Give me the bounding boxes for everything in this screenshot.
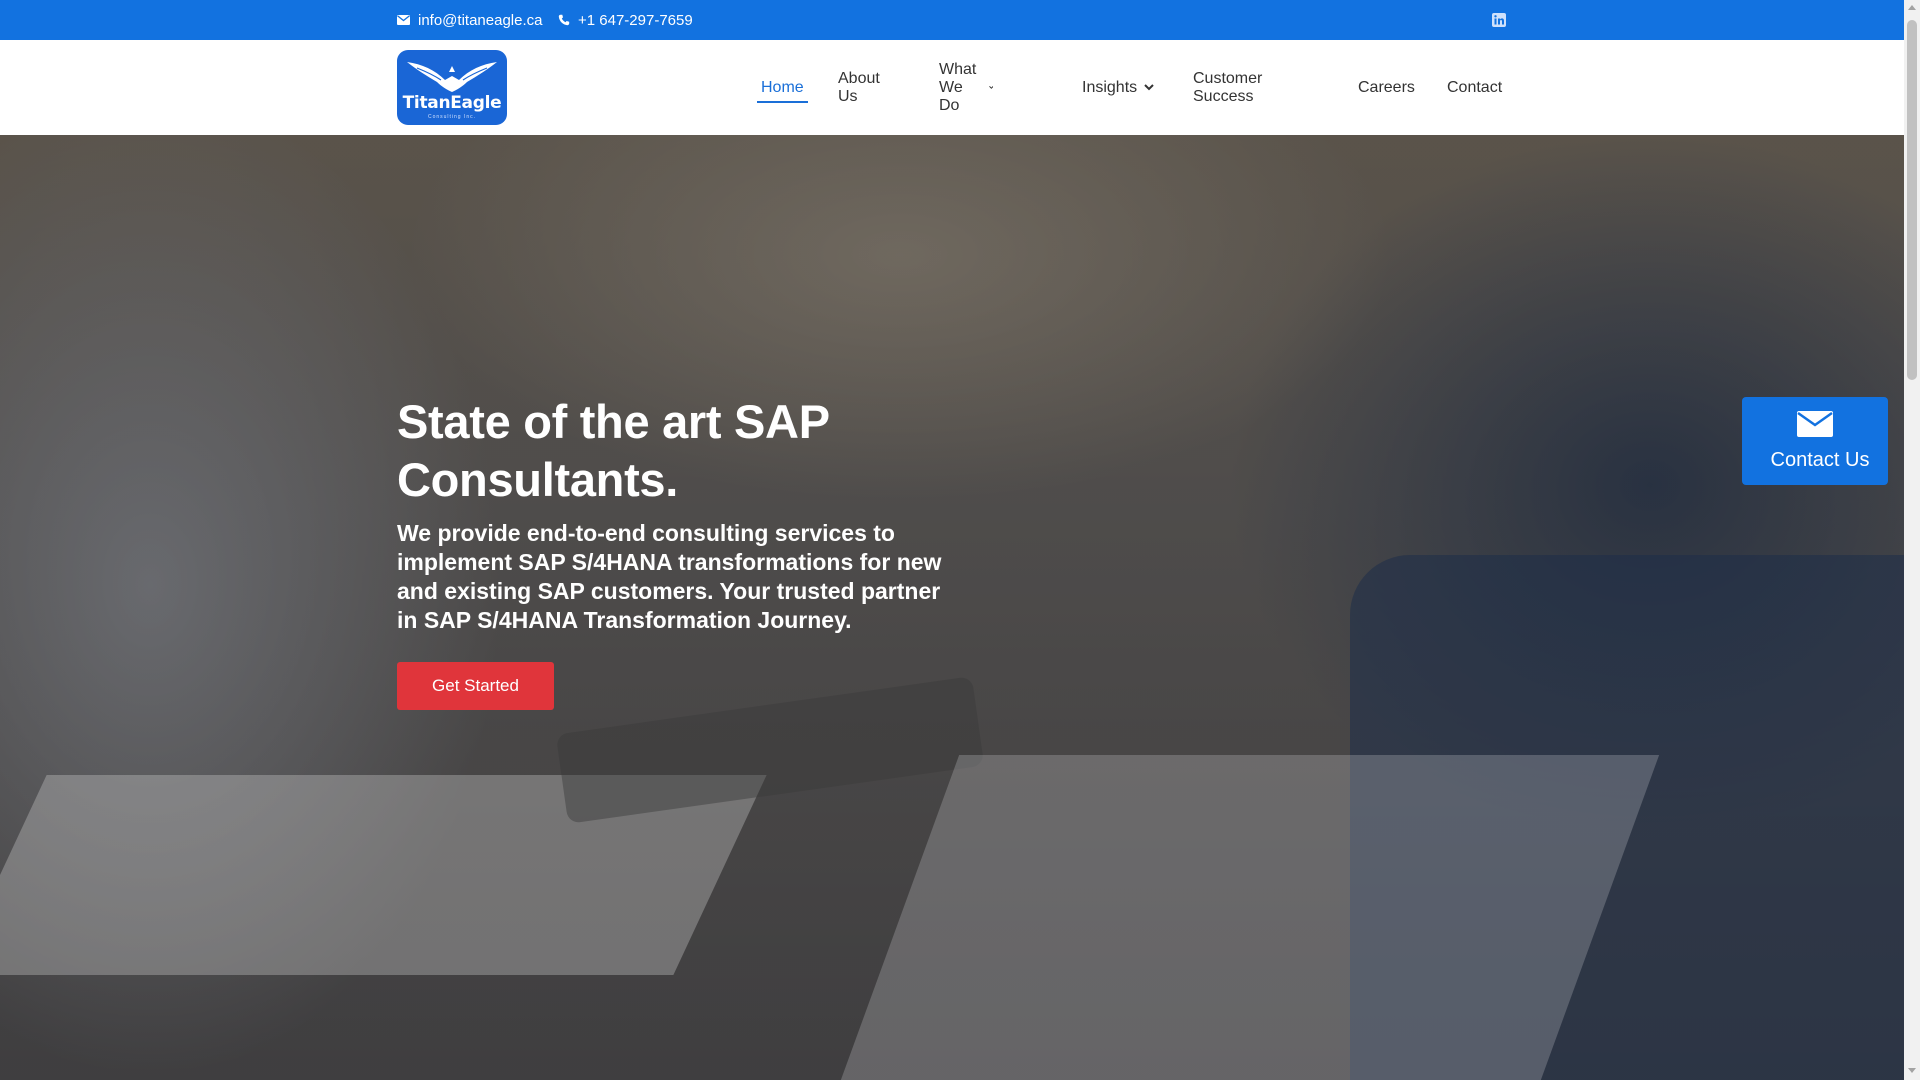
nav-careers[interactable]: Careers bbox=[1358, 40, 1415, 135]
nav-contact[interactable]: Contact bbox=[1447, 40, 1502, 135]
page-scrollbar[interactable] bbox=[1904, 0, 1920, 1080]
titaneagle-logo[interactable]: TitanEagle Consulting Inc. bbox=[397, 50, 507, 125]
chevron-down-icon bbox=[988, 85, 994, 89]
hero-description: We provide end-to-end consulting service… bbox=[397, 520, 942, 633]
nav-about-us[interactable]: About Us bbox=[838, 40, 880, 135]
phone-text: +1 647-297-7659 bbox=[578, 11, 693, 29]
active-underline bbox=[757, 101, 808, 103]
hero-content: State of the art SAP Consultants. We pro… bbox=[397, 393, 957, 635]
hero-section: State of the art SAP Consultants. We pro… bbox=[0, 135, 1904, 1080]
logo-subtext: Consulting Inc. bbox=[427, 114, 477, 120]
scrollbar-thumb[interactable] bbox=[1907, 20, 1917, 380]
contact-us-label: Contact Us bbox=[1770, 449, 1870, 471]
hero-title-line-1: State of the art SAP bbox=[397, 395, 830, 448]
logo-text: TitanEagle bbox=[402, 93, 502, 113]
nav-contact-label: Contact bbox=[1447, 78, 1503, 96]
calculator-image bbox=[555, 676, 985, 824]
scroll-up-arrow[interactable] bbox=[1908, 5, 1916, 10]
phone-icon bbox=[558, 14, 570, 26]
top-contact-bar: info@titaneagle.ca +1 647-297-7659 bbox=[0, 0, 1904, 40]
nav-insights[interactable]: Insights bbox=[1082, 40, 1154, 135]
nav-home-label: Home bbox=[761, 78, 804, 96]
get-started-button[interactable]: Get Started bbox=[397, 662, 554, 710]
email-link[interactable]: info@titaneagle.ca bbox=[397, 0, 542, 40]
scroll-down-arrow[interactable] bbox=[1908, 1068, 1916, 1073]
chevron-down-icon bbox=[1144, 84, 1154, 91]
nav-customer-success-label: Customer Success bbox=[1193, 69, 1263, 105]
hero-title-line-2: Consultants. bbox=[397, 453, 679, 506]
nav-careers-label: Careers bbox=[1358, 78, 1415, 96]
nav-what-we-do-label: What We Do bbox=[939, 60, 977, 114]
nav-what-we-do[interactable]: What We Do bbox=[939, 40, 994, 135]
envelope-icon bbox=[1797, 411, 1833, 437]
contact-us-floating-button[interactable]: Contact Us bbox=[1742, 397, 1888, 485]
nav-about-us-label: About Us bbox=[838, 69, 880, 105]
site-header: TitanEagle Consulting Inc. Home About Us… bbox=[0, 40, 1904, 135]
phone-link[interactable]: +1 647-297-7659 bbox=[558, 0, 693, 40]
envelope-icon bbox=[397, 15, 410, 25]
nav-customer-success[interactable]: Customer Success bbox=[1193, 40, 1262, 135]
hero-title: State of the art SAP Consultants. bbox=[397, 393, 957, 509]
email-text: info@titaneagle.ca bbox=[418, 11, 543, 29]
documents-image bbox=[840, 755, 1660, 1080]
nav-home[interactable]: Home bbox=[757, 40, 808, 135]
nav-insights-label: Insights bbox=[1082, 78, 1138, 96]
linkedin-icon[interactable] bbox=[1492, 13, 1506, 27]
